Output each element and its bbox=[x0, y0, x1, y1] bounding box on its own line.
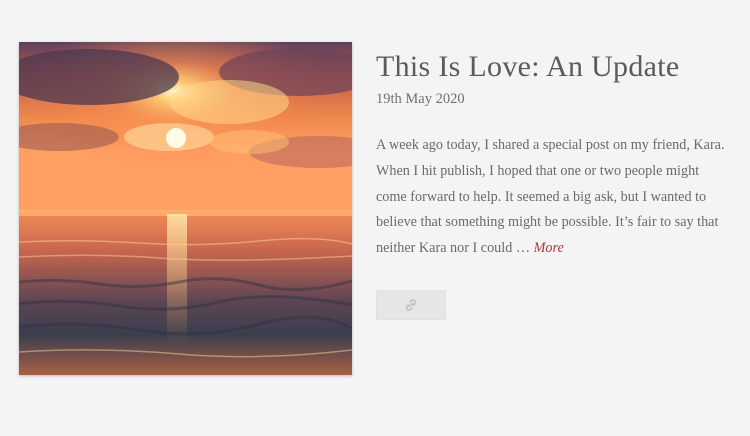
post-date: 19th May 2020 bbox=[376, 91, 465, 107]
more-link[interactable]: More bbox=[534, 240, 564, 256]
excerpt-last-line: neither Kara nor I could … More bbox=[376, 236, 736, 262]
excerpt-line: believe that something might be possible… bbox=[376, 214, 719, 231]
excerpt-line: neither Kara nor I could … bbox=[376, 240, 534, 257]
excerpt-line: come forward to help. It seemed a big as… bbox=[376, 188, 707, 205]
post-content: This Is Love: An Update 19th May 2020 A … bbox=[376, 48, 736, 262]
post-excerpt: A week ago today, I shared a special pos… bbox=[376, 133, 736, 262]
permalink-button[interactable] bbox=[376, 290, 446, 320]
post-featured-image[interactable] bbox=[19, 42, 352, 375]
excerpt-line: A week ago today, I shared a special pos… bbox=[376, 137, 725, 153]
excerpt-line: When I hit publish, I hoped that one or … bbox=[376, 162, 700, 179]
link-icon bbox=[405, 299, 417, 311]
sunset-over-sea-image bbox=[19, 42, 352, 375]
post-title[interactable]: This Is Love: An Update bbox=[376, 48, 736, 86]
